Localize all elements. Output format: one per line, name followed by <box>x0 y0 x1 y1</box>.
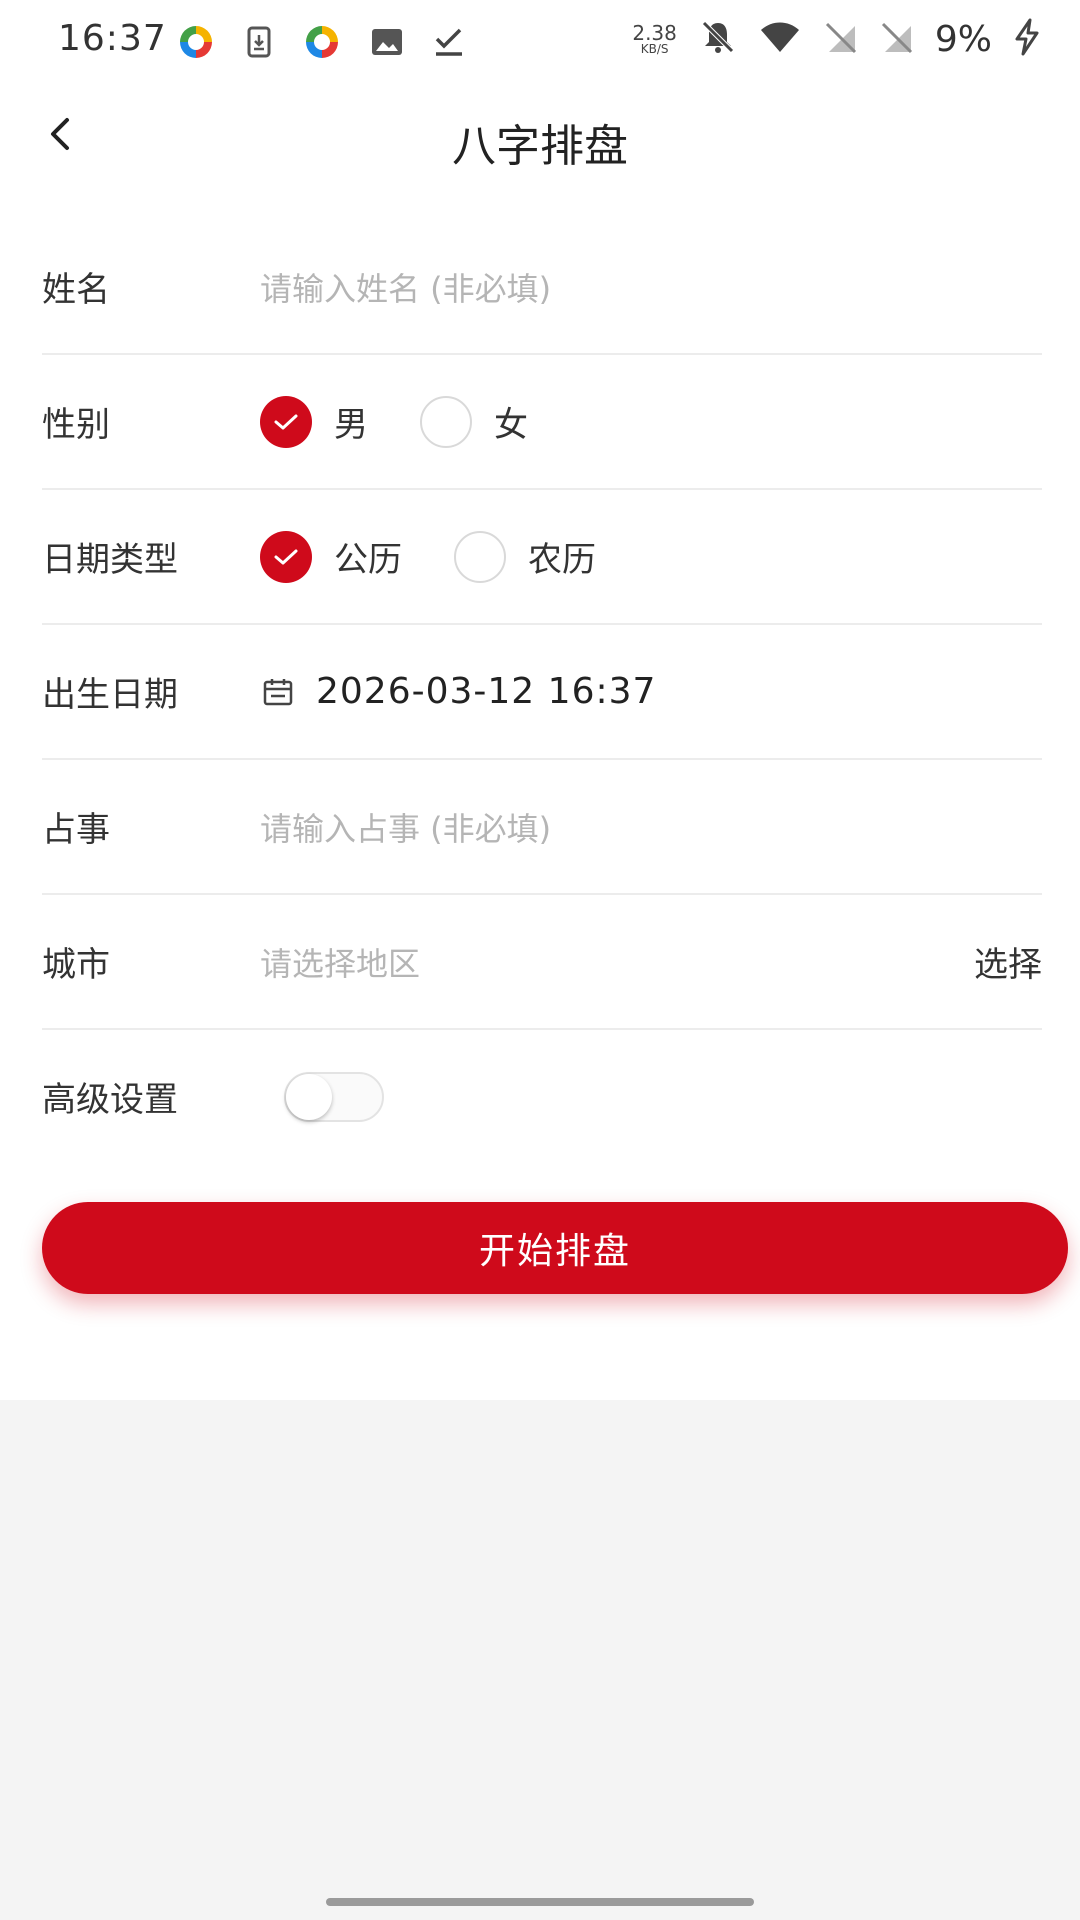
date-type-row: 日期类型 公历 农历 <box>42 490 1042 625</box>
calendar-icon <box>260 674 296 710</box>
colorful-app-icon <box>176 22 216 66</box>
system-icons: 2.38 KB/S 9% <box>632 18 1040 60</box>
birth-date-row: 出生日期 2026-03-12 16:37 <box>42 625 1042 760</box>
city-input[interactable]: 请选择地区 <box>260 939 420 985</box>
no-sim-icon <box>879 20 913 58</box>
solar-calendar-radio[interactable] <box>260 530 312 583</box>
image-icon <box>370 27 404 61</box>
battery-level: 9% <box>934 18 992 60</box>
start-chart-button[interactable]: 开始排盘 <box>42 1202 1068 1294</box>
city-select-button[interactable]: 选择 <box>974 937 1042 986</box>
charging-bolt-icon <box>1014 18 1040 60</box>
name-input[interactable]: 请输入姓名 (非必填) <box>260 264 551 310</box>
status-bar: 16:37 2.38 KB/S 9% <box>0 0 1080 88</box>
gender-male-label[interactable]: 男 <box>334 397 368 446</box>
no-sim-icon <box>823 20 857 58</box>
advanced-settings-toggle[interactable] <box>284 1071 384 1122</box>
name-label: 姓名 <box>42 270 110 310</box>
net-speed: 2.38 KB/S <box>632 21 677 56</box>
notification-icons <box>176 22 466 66</box>
solar-calendar-label[interactable]: 公历 <box>334 532 402 581</box>
matter-row: 占事 请输入占事 (非必填) <box>42 760 1042 895</box>
birth-date-value[interactable]: 2026-03-12 16:37 <box>316 671 656 712</box>
advanced-settings-row: 高级设置 <box>42 1030 1042 1163</box>
page-title: 八字排盘 <box>452 121 628 172</box>
gender-radio-group: 男 女 <box>260 395 580 448</box>
gender-male-radio[interactable] <box>260 395 312 448</box>
status-time: 16:37 <box>58 18 167 59</box>
colorful-app-icon <box>302 22 342 66</box>
download-icon <box>244 25 274 63</box>
birth-date-label: 出生日期 <box>42 675 178 715</box>
advanced-settings-label: 高级设置 <box>42 1080 178 1120</box>
name-row: 姓名 请输入姓名 (非必填) <box>42 220 1042 355</box>
gender-row: 性别 男 女 <box>42 355 1042 490</box>
gender-label: 性别 <box>42 405 110 445</box>
gender-female-label[interactable]: 女 <box>494 397 528 446</box>
matter-label: 占事 <box>42 810 110 850</box>
toggle-knob <box>286 1073 332 1120</box>
matter-input[interactable]: 请输入占事 (非必填) <box>260 804 551 850</box>
lunar-calendar-radio[interactable] <box>454 530 506 583</box>
mute-bell-icon <box>699 18 737 60</box>
wifi-icon <box>759 20 801 58</box>
app-header: 八字排盘 <box>0 88 1080 188</box>
date-type-label: 日期类型 <box>42 540 178 580</box>
check-icon <box>274 549 298 564</box>
home-indicator[interactable] <box>326 1898 754 1906</box>
city-row: 城市 请选择地区 选择 <box>42 895 1042 1030</box>
check-icon <box>274 414 298 429</box>
checkmark-icon <box>432 25 466 63</box>
city-label: 城市 <box>42 945 110 985</box>
bazi-form: 姓名 请输入姓名 (非必填) 性别 男 女 日期类型 公历 农历 出生日期 20… <box>42 220 1042 1163</box>
gender-female-radio[interactable] <box>420 395 472 448</box>
lunar-calendar-label[interactable]: 农历 <box>528 532 596 581</box>
date-type-radio-group: 公历 农历 <box>260 530 648 583</box>
